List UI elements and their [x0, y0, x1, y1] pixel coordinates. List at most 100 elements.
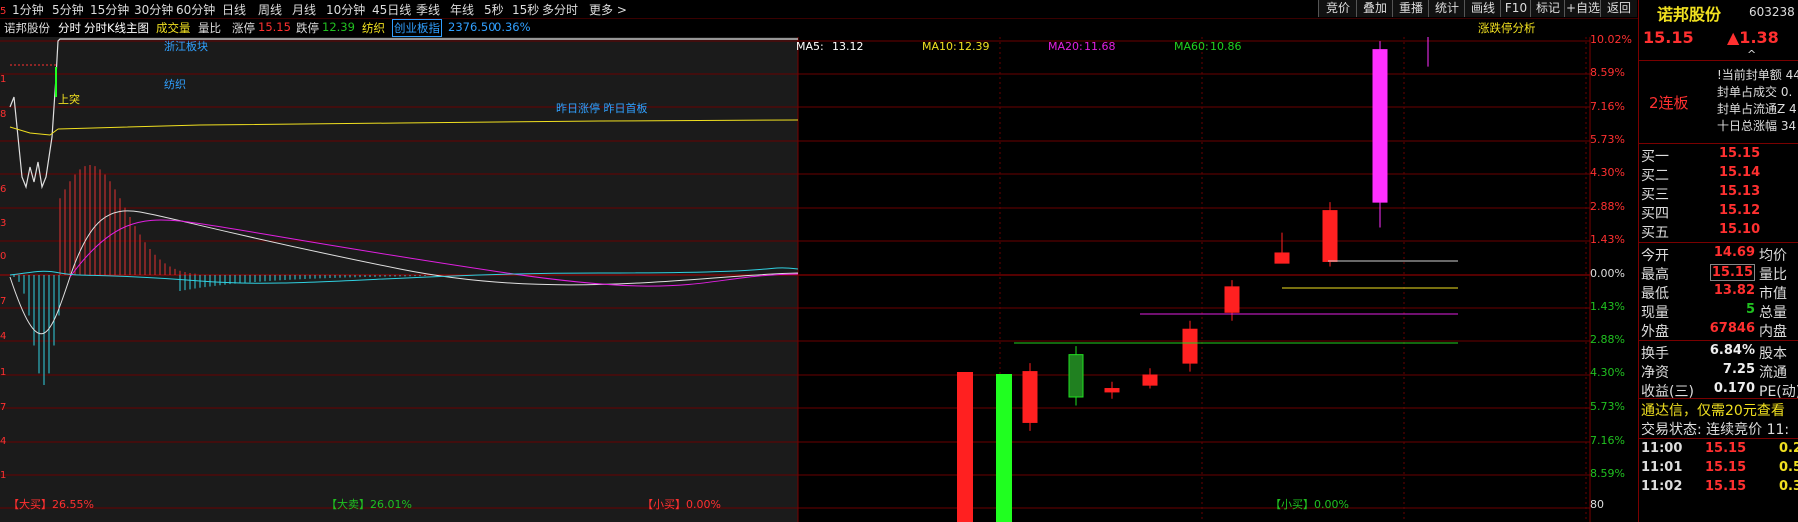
period-tab-11[interactable]: 年线	[450, 1, 474, 18]
quote-label-1: 最高	[1641, 267, 1669, 283]
sector-label[interactable]: 纺织	[362, 20, 385, 36]
quote-right-label-4: 内盘	[1759, 324, 1787, 340]
left-axis-label-2: 8	[0, 109, 7, 120]
chart-canvas[interactable]	[0, 37, 1636, 522]
pct-label-0: 10.02%	[1590, 33, 1632, 46]
period-tab-3[interactable]: 30分钟	[134, 1, 173, 18]
period-tab-5[interactable]: 日线	[222, 1, 246, 18]
period-tab-15[interactable]: 更多 >	[589, 1, 627, 18]
seal-row-2: 封单占流通Z 4	[1717, 102, 1797, 116]
volume-bar	[996, 374, 1012, 522]
annotation-zhejiang: 浙江板块	[164, 40, 208, 53]
promo-text[interactable]: 通达信，仅需20元查看	[1641, 400, 1785, 420]
stock-name-label: 诺邦股份	[4, 21, 50, 35]
index-value: 2376.50	[448, 20, 496, 34]
volume-label[interactable]: 成交量	[156, 20, 191, 36]
pct-label-3: 5.73%	[1590, 133, 1625, 146]
quote-value-3: 5	[1745, 302, 1755, 317]
big-buy-label: 【大买】26.55%	[8, 498, 94, 511]
ma-label-0: MA5:	[796, 40, 824, 53]
pct-label-7: 0.00%	[1590, 267, 1625, 280]
quote-label-3: 现量	[1641, 305, 1669, 321]
index-pct: 0.36%	[494, 20, 531, 34]
tab-fenshi-kline[interactable]: 分时K线主图	[84, 20, 149, 36]
bid-label-4: 买五	[1641, 225, 1669, 241]
pct-label-5: 2.88%	[1590, 200, 1625, 213]
bid-label-1: 买二	[1641, 168, 1669, 184]
pct-label-13: 8.59%	[1590, 467, 1625, 480]
toolbar-button-2[interactable]: 重播	[1392, 0, 1429, 17]
tick-price-0: 15.15	[1705, 441, 1747, 456]
trade-state: 交易状态: 连续竞价 11:	[1641, 422, 1790, 438]
ma-label-3: MA60:	[1174, 40, 1209, 53]
left-axis-label-1: 1	[0, 74, 7, 85]
tick-time-0: 11:00	[1641, 441, 1683, 456]
candle-body	[1104, 388, 1120, 393]
quote-value-0: 14.69	[1713, 245, 1755, 260]
stock-code: 603238	[1749, 5, 1795, 19]
quote-value-2: 13.82	[1713, 283, 1755, 298]
pct-label-14: 80	[1590, 498, 1604, 511]
quote2-value-2: 0.170	[1713, 381, 1755, 396]
period-tab-13[interactable]: 15秒	[512, 1, 539, 18]
pct-label-2: 7.16%	[1590, 100, 1625, 113]
quote-label-4: 外盘	[1641, 324, 1669, 340]
period-tab-9[interactable]: 45日线	[372, 1, 411, 18]
bid-label-2: 买三	[1641, 187, 1669, 203]
ma-value-2: 11.68	[1084, 40, 1116, 53]
tick-vol-0: 0.2	[1779, 441, 1798, 456]
tab-fenshi[interactable]: 分时	[58, 20, 81, 36]
period-tab-2[interactable]: 15分钟	[90, 1, 129, 18]
limit-analysis-link[interactable]: 涨跌停分析	[1478, 20, 1536, 36]
candle-body	[1068, 354, 1084, 398]
toolbar-button-0[interactable]: 竞价	[1318, 0, 1357, 17]
quote2-label-0: 换手	[1641, 346, 1669, 362]
pct-label-8: 1.43%	[1590, 300, 1625, 313]
index-label[interactable]: 创业板指	[392, 19, 442, 37]
period-tab-8[interactable]: 10分钟	[326, 1, 365, 18]
left-axis-label-4: 3	[0, 218, 7, 229]
toolbar-button-6[interactable]: 标记	[1530, 0, 1565, 17]
toolbar-button-1[interactable]: 叠加	[1356, 0, 1393, 17]
pct-label-1: 8.59%	[1590, 66, 1625, 79]
toolbar-button-3[interactable]: 统计	[1428, 0, 1465, 17]
chart-info-bar: 诺邦股份 分时 分时K线主图 成交量 量比 涨停 15.15 跌停 12.39 …	[0, 19, 1636, 37]
price-change: ▲1.38	[1727, 28, 1779, 47]
ma-value-0: 13.12	[832, 40, 864, 53]
quote2-label-1: 净资	[1641, 365, 1669, 381]
period-tab-10[interactable]: 季线	[416, 1, 440, 18]
bid-price-3: 15.12	[1719, 203, 1761, 218]
quote2-right-label-1: 流通	[1759, 365, 1787, 381]
toolbar-button-4[interactable]: 画线	[1464, 0, 1501, 17]
quote-right-label-1: 量比	[1759, 267, 1787, 283]
period-tab-0[interactable]: 1分钟	[12, 1, 44, 18]
quote-right-label-2: 市值	[1759, 286, 1787, 302]
candle-body	[1224, 286, 1240, 313]
tick-vol-2: 0.3	[1779, 479, 1798, 494]
ratio-label[interactable]: 量比	[198, 20, 221, 36]
limit-down-value: 12.39	[322, 20, 355, 34]
limit-down-label: 跌停	[296, 21, 319, 35]
period-tab-7[interactable]: 月线	[292, 1, 316, 18]
bid-price-0: 15.15	[1719, 146, 1761, 161]
small-buy-label: 【小买】0.00%	[642, 498, 721, 511]
annotation-fangzhi: 纺织	[164, 78, 186, 91]
period-tab-12[interactable]: 5秒	[484, 1, 504, 18]
period-tab-14[interactable]: 多分时	[542, 1, 578, 18]
quote-label-0: 今开	[1641, 248, 1669, 264]
period-tab-1[interactable]: 5分钟	[52, 1, 84, 18]
left-axis-label-7: 4	[0, 331, 7, 342]
bid-price-4: 15.10	[1719, 222, 1761, 237]
ma-value-1: 12.39	[958, 40, 990, 53]
quote-value-1: 15.15	[1709, 264, 1755, 281]
period-tab-4[interactable]: 60分钟	[176, 1, 215, 18]
seal-row-0: !当前封单额 44	[1717, 68, 1798, 82]
quote-panel: 诺邦股份 603238 15.15 ▲1.38 ^ 2连板 !当前封单额 44 封…	[1638, 0, 1798, 522]
limit-up-value: 15.15	[258, 20, 291, 34]
pct-label-6: 1.43%	[1590, 233, 1625, 246]
period-tab-6[interactable]: 周线	[258, 1, 282, 18]
candle-body	[1182, 328, 1198, 364]
toolbar-button-7[interactable]: +自选	[1564, 0, 1601, 17]
toolbar-button-8[interactable]: 返回	[1600, 0, 1637, 17]
toolbar-button-5[interactable]: F10	[1500, 0, 1531, 17]
